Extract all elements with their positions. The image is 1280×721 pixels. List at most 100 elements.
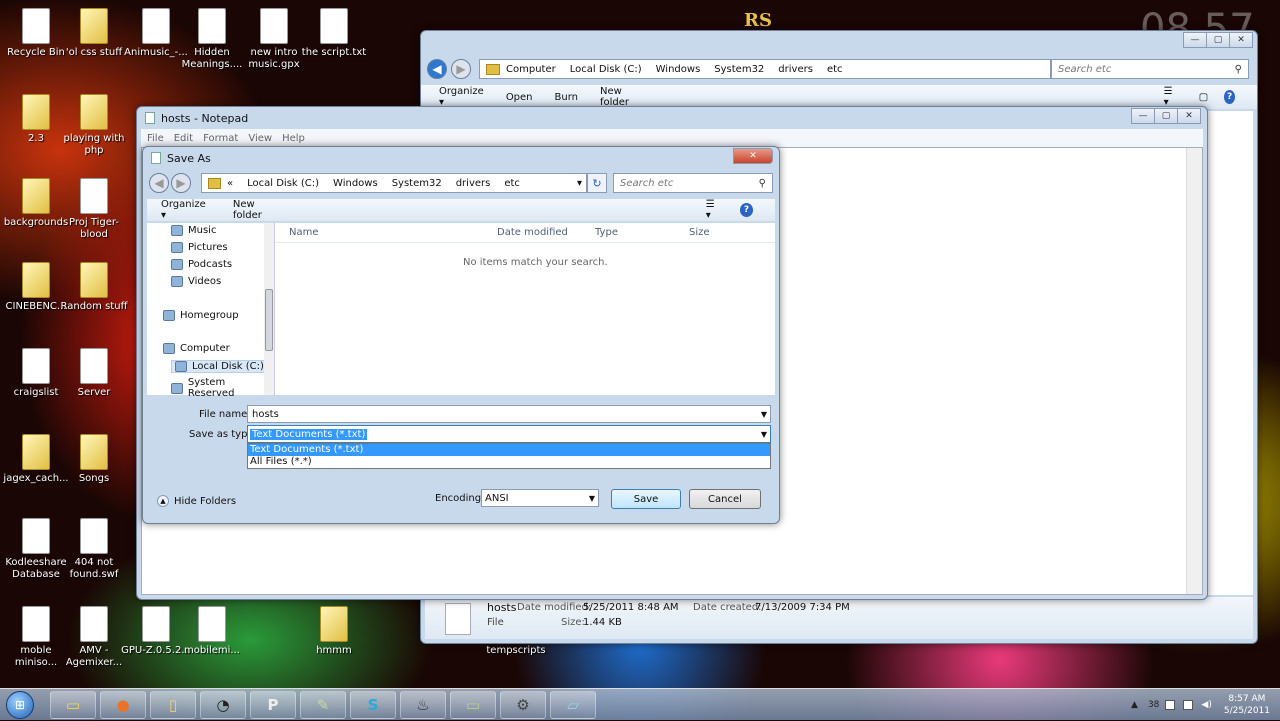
volume-icon[interactable]: ◀)	[1201, 700, 1211, 710]
breadcrumb-item[interactable]: Local Disk (C:)	[570, 64, 642, 75]
nav-item[interactable]: Videos	[171, 276, 221, 287]
clock[interactable]: 8:57 AM 5/25/2011	[1224, 693, 1270, 717]
nav-item[interactable]: Homegroup	[163, 310, 239, 321]
back-button[interactable]: ◀	[427, 59, 447, 79]
menu-format[interactable]: Format	[203, 133, 238, 144]
chevron-up-icon[interactable]: ▲	[1131, 700, 1138, 710]
save-button[interactable]: Save	[611, 489, 681, 509]
chevron-down-icon[interactable]: ▼	[761, 430, 767, 439]
nav-item[interactable]: System Reserved	[171, 377, 274, 399]
menu-edit[interactable]: Edit	[174, 133, 193, 144]
desktop-icon[interactable]: playing with php	[58, 94, 130, 157]
breadcrumb-item[interactable]: Computer	[506, 64, 556, 75]
views-icon[interactable]: ☰ ▾	[706, 199, 722, 221]
nav-item[interactable]: Music	[171, 225, 216, 236]
taskbar-app-button[interactable]: S	[350, 690, 396, 719]
desktop-icon[interactable]: Proj Tiger-blood	[58, 178, 130, 241]
cancel-button[interactable]: Cancel	[689, 489, 761, 509]
breadcrumb-item[interactable]: System32	[392, 178, 442, 189]
nav-item[interactable]: Podcasts	[171, 259, 232, 270]
column-type[interactable]: Type	[595, 227, 618, 238]
taskbar-app-button[interactable]: ▯	[150, 690, 196, 719]
close-icon[interactable]: ✕	[1177, 108, 1201, 124]
save-as-address-bar[interactable]: « Local Disk (C:) Windows System32 drivers et…	[201, 173, 587, 193]
views-icon[interactable]: ☰ ▾	[1164, 86, 1177, 108]
breadcrumb-item[interactable]: Windows	[333, 178, 378, 189]
close-icon[interactable]: ✕	[1229, 32, 1253, 48]
desktop-icon[interactable]: hmmm	[298, 606, 370, 657]
maximize-icon[interactable]: ▢	[1206, 32, 1230, 48]
desktop-icon[interactable]: the script.txt	[298, 8, 370, 59]
explorer-search-box[interactable]: Search etc ⚲	[1051, 59, 1249, 79]
column-date-modified[interactable]: Date modified	[497, 227, 568, 238]
taskbar-app-button[interactable]: ●	[100, 690, 146, 719]
menu-file[interactable]: File	[147, 133, 164, 144]
taskbar-app-button[interactable]: ✎	[300, 690, 346, 719]
desktop-icon[interactable]: Random stuff	[58, 262, 130, 313]
action-center-icon[interactable]	[1165, 700, 1176, 710]
taskbar-app-button[interactable]: ⚙	[500, 690, 546, 719]
chevron-down-icon[interactable]: ▼	[589, 494, 595, 503]
new-folder-button[interactable]: New folder	[233, 199, 284, 221]
new-folder-button[interactable]: New folder	[600, 86, 642, 108]
open-button[interactable]: Open	[506, 92, 533, 103]
breadcrumb-item[interactable]: drivers	[456, 178, 491, 189]
nav-item[interactable]: Local Disk (C:)	[171, 360, 268, 373]
desktop-icon[interactable]: 404 not found.swf	[58, 518, 130, 581]
taskbar-app-button[interactable]: P	[250, 690, 296, 719]
chevron-down-icon[interactable]: ▼	[761, 410, 767, 419]
desktop-icon[interactable]: Songs	[58, 434, 130, 485]
breadcrumb-item[interactable]: «	[227, 178, 233, 189]
taskbar-app-button[interactable]: ▭	[450, 690, 496, 719]
nav-item[interactable]: Pictures	[171, 242, 228, 253]
nav-scrollbar[interactable]	[264, 223, 274, 395]
breadcrumb-item[interactable]: System32	[714, 64, 764, 75]
encoding-select[interactable]: ANSI ▼	[481, 489, 599, 507]
save-as-search-box[interactable]: Search etc ⚲	[613, 173, 773, 193]
menu-help[interactable]: Help	[282, 133, 305, 144]
forward-button[interactable]: ▶	[171, 173, 191, 193]
file-name-field[interactable]: hosts ▼	[247, 405, 771, 423]
taskbar-app-button[interactable]: ◔	[200, 690, 246, 719]
help-icon[interactable]: ?	[1224, 90, 1235, 104]
tray-number[interactable]: 38	[1148, 700, 1159, 710]
desktop-icon[interactable]: Server	[58, 348, 130, 399]
minimize-icon[interactable]: —	[1131, 108, 1155, 124]
breadcrumb-item[interactable]: Local Disk (C:)	[247, 178, 319, 189]
search-placeholder: Search etc	[1058, 63, 1112, 75]
preview-pane-icon[interactable]: ▢	[1199, 92, 1208, 103]
desktop-icon-label: playing with php	[63, 133, 125, 156]
nav-item[interactable]: Computer	[163, 343, 230, 354]
taskbar-app-button[interactable]: ▭	[50, 690, 96, 719]
maximize-icon[interactable]: ▢	[1154, 108, 1178, 124]
close-icon[interactable]: ✕	[733, 148, 773, 164]
explorer-address-bar[interactable]: Computer Local Disk (C:) Windows System32 dr…	[479, 59, 1051, 79]
column-name[interactable]: Name	[289, 227, 319, 238]
menu-view[interactable]: View	[248, 133, 272, 144]
refresh-button[interactable]: ↻	[587, 173, 607, 193]
organize-button[interactable]: Organize ▾	[439, 86, 484, 108]
dropdown-option-txt[interactable]: Text Documents (*.txt)	[248, 444, 770, 456]
breadcrumb-item[interactable]: etc	[504, 178, 520, 189]
help-icon[interactable]: ?	[739, 203, 754, 217]
dropdown-option-all[interactable]: All Files (*.*)	[248, 456, 770, 468]
organize-button[interactable]: Organize ▾	[161, 199, 211, 221]
save-as-type-select[interactable]: Text Documents (*.txt) ▼	[247, 425, 771, 443]
taskbar-app-button[interactable]: ♨	[400, 690, 446, 719]
hide-folders-button[interactable]: ▲ Hide Folders	[157, 495, 236, 507]
breadcrumb-item[interactable]: drivers	[778, 64, 813, 75]
network-icon[interactable]	[1183, 700, 1194, 710]
chevron-down-icon[interactable]: ▾	[577, 178, 582, 189]
desktop-icon[interactable]: mobilemi...	[176, 606, 248, 657]
start-button[interactable]: ⊞	[0, 689, 40, 721]
taskbar-app-button[interactable]: ▱	[550, 690, 596, 719]
minimize-icon[interactable]: —	[1183, 32, 1207, 48]
breadcrumb-item[interactable]: etc	[827, 64, 843, 75]
nav-scrollbar-thumb[interactable]	[265, 289, 273, 351]
burn-button[interactable]: Burn	[555, 92, 578, 103]
notepad-scrollbar[interactable]	[1186, 148, 1202, 594]
back-button[interactable]: ◀	[149, 173, 169, 193]
breadcrumb-item[interactable]: Windows	[656, 64, 701, 75]
forward-button[interactable]: ▶	[451, 59, 471, 79]
column-size[interactable]: Size	[689, 227, 710, 238]
